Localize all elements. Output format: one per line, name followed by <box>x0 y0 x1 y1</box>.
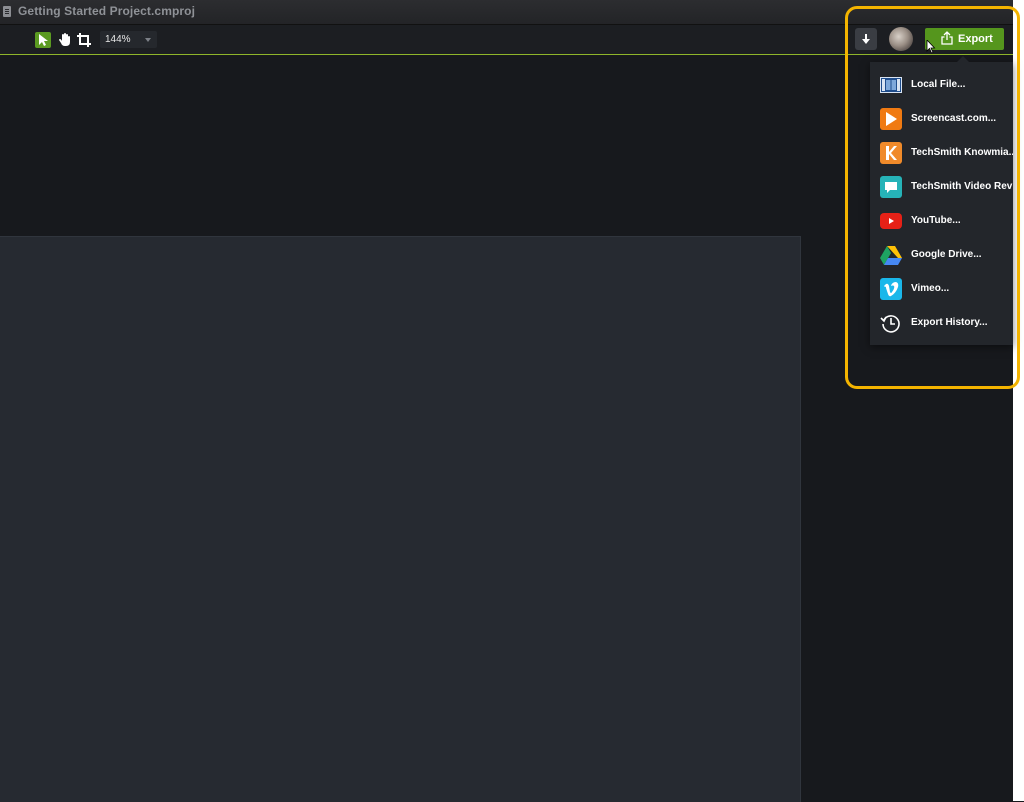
screencast-icon <box>880 108 902 130</box>
export-menu: Local File... Screencast.com... TechSmit… <box>870 56 1013 345</box>
knowmia-icon <box>880 142 902 164</box>
select-tool-button[interactable] <box>35 32 51 48</box>
document-icon <box>3 6 11 17</box>
chevron-down-icon <box>145 38 151 42</box>
user-avatar[interactable] <box>889 27 913 51</box>
menu-item-local-file[interactable]: Local File... <box>870 70 1013 100</box>
export-button-label: Export <box>958 33 993 45</box>
download-arrow-icon <box>862 34 870 44</box>
menu-item-youtube[interactable]: YouTube... <box>870 206 1013 236</box>
menu-item-label: Screencast.com... <box>911 113 997 124</box>
menu-item-label: TechSmith Video Review <box>911 181 1013 192</box>
history-icon <box>880 313 902 333</box>
menu-item-label: Google Drive... <box>911 249 982 260</box>
menu-item-label: YouTube... <box>911 215 961 226</box>
zoom-select[interactable]: 144% <box>100 31 157 48</box>
menu-item-export-history[interactable]: Export History... <box>870 308 1013 338</box>
crop-tool-button[interactable] <box>76 32 92 48</box>
export-button[interactable]: Export <box>925 28 1004 50</box>
crop-icon <box>77 33 91 47</box>
vimeo-icon <box>880 278 902 300</box>
film-strip-icon <box>880 75 902 95</box>
menu-item-label: TechSmith Knowmia... <box>911 147 1013 158</box>
download-button[interactable] <box>855 28 877 50</box>
editor-toolbar: 144% Export <box>0 25 1024 55</box>
menu-item-knowmia[interactable]: TechSmith Knowmia... <box>870 138 1013 168</box>
menu-item-vimeo[interactable]: Vimeo... <box>870 274 1013 304</box>
menu-item-screencast[interactable]: Screencast.com... <box>870 104 1013 134</box>
window-edge <box>1013 0 1024 801</box>
window-titlebar: Getting Started Project.cmproj <box>0 0 1024 25</box>
pan-tool-button[interactable] <box>57 32 73 48</box>
youtube-icon <box>880 211 902 231</box>
arrow-pointer-icon <box>39 34 48 46</box>
share-upload-icon <box>941 31 953 45</box>
zoom-value: 144% <box>105 34 131 45</box>
menu-item-google-drive[interactable]: Google Drive... <box>870 240 1013 270</box>
menu-item-label: Vimeo... <box>911 283 950 294</box>
menu-item-label: Local File... <box>911 79 966 90</box>
video-review-icon <box>880 176 902 198</box>
mouse-cursor-icon <box>926 40 936 54</box>
preview-canvas[interactable] <box>0 236 801 802</box>
menu-item-label: Export History... <box>911 317 988 328</box>
google-drive-icon <box>880 245 902 265</box>
window-title: Getting Started Project.cmproj <box>18 4 196 18</box>
hand-icon <box>59 33 70 46</box>
menu-item-video-review[interactable]: TechSmith Video Review <box>870 172 1013 202</box>
